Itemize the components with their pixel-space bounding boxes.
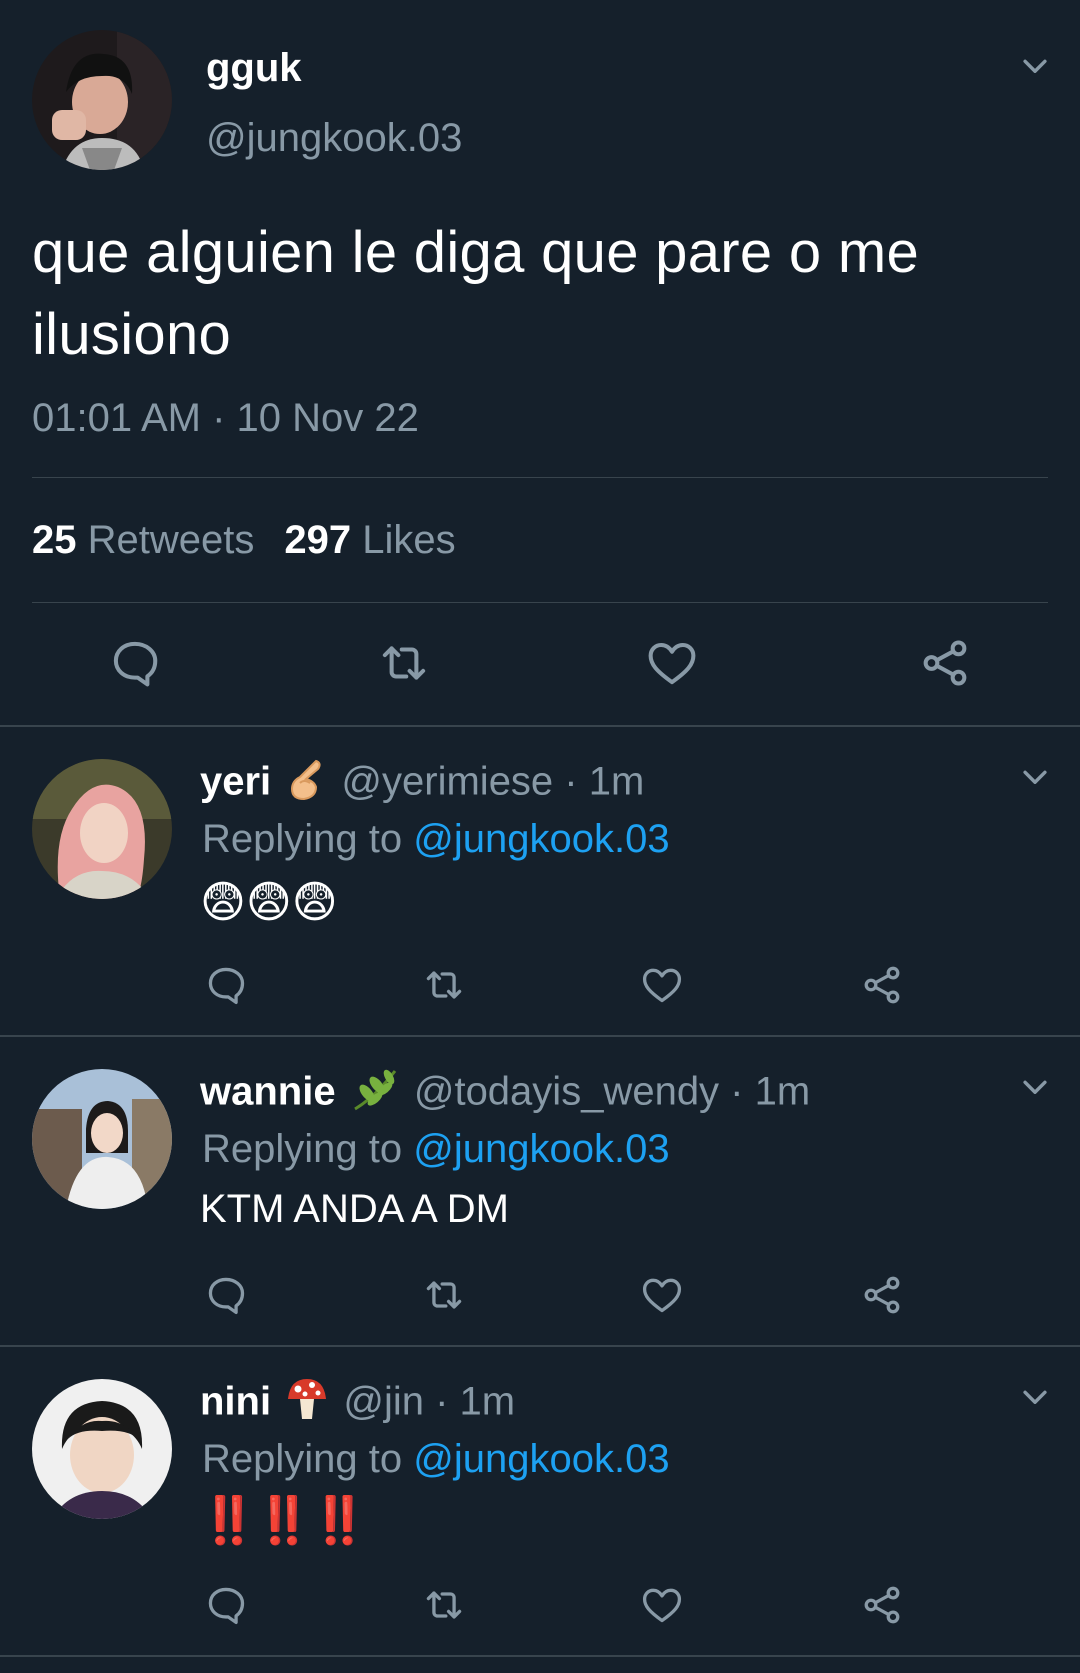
replying-to: Replying to @jungkook.03 bbox=[202, 1437, 670, 1482]
replying-handle-link[interactable]: @jungkook.03 bbox=[413, 817, 669, 861]
avatar[interactable] bbox=[32, 1379, 172, 1519]
chevron-down-icon[interactable] bbox=[1018, 761, 1052, 795]
retweet-icon[interactable] bbox=[420, 1273, 468, 1317]
retweets-label: Retweets bbox=[87, 518, 255, 562]
reply-tweet[interactable]: wannie @todayis_wendy · 1m Replying to @… bbox=[0, 1037, 1080, 1345]
replying-handle-link[interactable]: @jungkook.03 bbox=[413, 1437, 669, 1481]
reply-display-name[interactable]: wannie bbox=[200, 1070, 336, 1114]
share-icon[interactable] bbox=[860, 1583, 904, 1627]
reply-tweet[interactable]: yeri @yerimiese · 1m Replying to @jungko… bbox=[0, 727, 1080, 1035]
avatar[interactable] bbox=[32, 1069, 172, 1209]
chevron-down-icon[interactable] bbox=[1018, 1381, 1052, 1415]
reply-header: wannie @todayis_wendy · 1m bbox=[200, 1067, 810, 1121]
replying-to: Replying to @jungkook.03 bbox=[202, 817, 670, 862]
retweet-icon[interactable] bbox=[376, 636, 432, 690]
like-icon[interactable] bbox=[645, 636, 699, 690]
tweet-text: que alguien le diga que pare o me ilusio… bbox=[32, 220, 920, 367]
reply-display-name[interactable]: nini bbox=[200, 1380, 271, 1424]
divider bbox=[32, 477, 1048, 478]
reply-tweet[interactable]: nini @jin · 1m Replying to @jungkook.03 … bbox=[0, 1347, 1080, 1655]
reply-icon[interactable] bbox=[204, 963, 248, 1007]
reply-text: 😨😨😨 bbox=[200, 878, 338, 927]
replying-prefix: Replying to bbox=[202, 817, 403, 861]
retweet-icon[interactable] bbox=[420, 1583, 468, 1627]
reply-handle-time: @todayis_wendy · 1m bbox=[413, 1069, 811, 1114]
likes-label: Likes bbox=[362, 518, 456, 562]
like-icon[interactable] bbox=[640, 1583, 684, 1627]
replying-prefix: Replying to bbox=[202, 1127, 403, 1171]
reply-icon[interactable] bbox=[204, 1273, 248, 1317]
reply-handle-time: @yerimiese · 1m bbox=[341, 759, 645, 804]
reply-header: yeri @yerimiese · 1m bbox=[200, 757, 644, 811]
herb-icon bbox=[351, 1067, 399, 1121]
share-icon[interactable] bbox=[918, 636, 972, 690]
reply-text: KTM ANDA A DM bbox=[200, 1187, 509, 1231]
avatar[interactable] bbox=[32, 759, 172, 899]
replying-handle-link[interactable]: @jungkook.03 bbox=[413, 1127, 669, 1171]
chevron-down-icon[interactable] bbox=[1018, 50, 1052, 84]
reply-text: ‼️‼️‼️ bbox=[200, 1494, 368, 1546]
retweets-stat[interactable]: 25 Retweets bbox=[32, 518, 254, 562]
divider bbox=[32, 602, 1048, 603]
share-icon[interactable] bbox=[860, 1273, 904, 1317]
retweets-count: 25 bbox=[32, 518, 77, 562]
reply-icon[interactable] bbox=[204, 1583, 248, 1627]
divider bbox=[0, 1655, 1080, 1657]
reply-header: nini @jin · 1m bbox=[200, 1377, 515, 1431]
reply-icon[interactable] bbox=[108, 636, 162, 690]
author-handle[interactable]: @jungkook.03 bbox=[206, 116, 462, 161]
share-icon[interactable] bbox=[860, 963, 904, 1007]
likes-stat[interactable]: 297 Likes bbox=[284, 518, 455, 562]
mushroom-icon bbox=[286, 1377, 328, 1431]
avatar[interactable] bbox=[32, 30, 172, 170]
reply-handle-time: @jin · 1m bbox=[343, 1379, 516, 1424]
replying-to: Replying to @jungkook.03 bbox=[202, 1127, 670, 1172]
tweet-timestamp[interactable]: 01:01 AM · 10 Nov 22 bbox=[32, 396, 419, 441]
main-tweet: gguk @jungkook.03 que alguien le diga qu… bbox=[0, 0, 1080, 727]
like-icon[interactable] bbox=[640, 1273, 684, 1317]
replying-prefix: Replying to bbox=[202, 1437, 403, 1481]
retweet-icon[interactable] bbox=[420, 963, 468, 1007]
chevron-down-icon[interactable] bbox=[1018, 1071, 1052, 1105]
like-icon[interactable] bbox=[640, 963, 684, 1007]
likes-count: 297 bbox=[284, 518, 352, 562]
author-display-name[interactable]: gguk bbox=[206, 46, 302, 91]
reply-display-name[interactable]: yeri bbox=[200, 760, 271, 804]
pinching-hand-icon bbox=[286, 757, 326, 811]
tweet-stats: 25 Retweets 297 Likes bbox=[32, 518, 456, 563]
